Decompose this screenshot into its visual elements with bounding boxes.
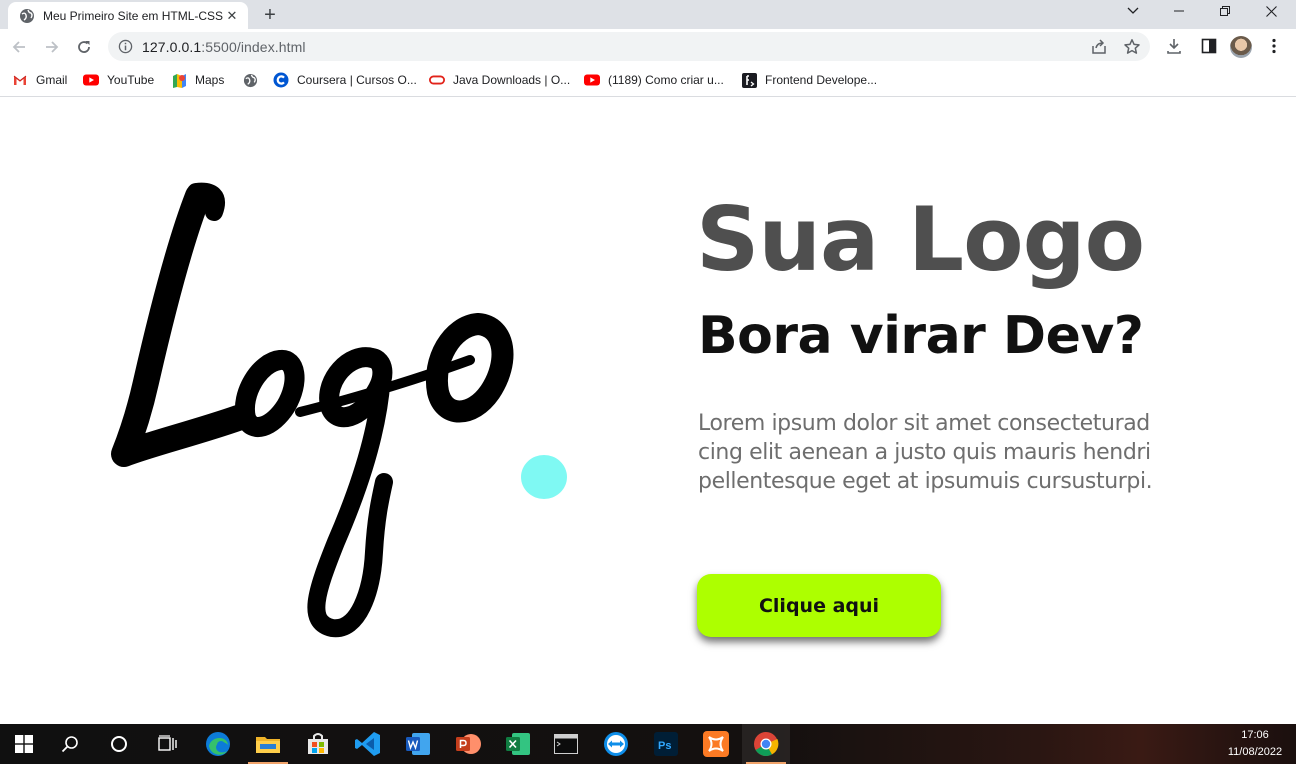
tab-search-icon[interactable]	[1110, 0, 1156, 22]
gmail-icon	[12, 72, 28, 88]
cta-button[interactable]: Clique aqui	[697, 574, 941, 637]
hero-title: Sua Logo	[696, 188, 1145, 291]
forward-button[interactable]	[38, 33, 66, 61]
page-viewport: Sua Logo Bora virar Dev? Lorem ipsum dol…	[0, 98, 1296, 724]
file-explorer-app[interactable]	[244, 724, 292, 764]
start-button[interactable]	[0, 724, 48, 764]
svg-text:Ps: Ps	[658, 740, 671, 752]
share-icon[interactable]	[1090, 38, 1108, 56]
bookmark-star-icon[interactable]	[1123, 38, 1141, 56]
maps-icon	[171, 72, 187, 88]
cortana-icon	[111, 736, 127, 752]
hero-subtitle: Bora virar Dev?	[698, 306, 1144, 366]
frontend-mentor-icon	[741, 72, 757, 88]
oracle-icon	[429, 72, 445, 88]
logo-image	[111, 182, 567, 638]
bookmark-youtube-video[interactable]: (1189) Como criar u...	[584, 71, 724, 89]
task-view-icon	[158, 735, 177, 751]
photoshop-icon: Ps	[654, 732, 678, 756]
tab-close-icon[interactable]: ✕	[224, 8, 240, 24]
edge-app[interactable]	[194, 724, 242, 764]
tab-strip: Meu Primeiro Site em HTML-CSS ✕ +	[0, 0, 1296, 29]
profile-avatar[interactable]	[1230, 36, 1252, 58]
powerpoint-icon	[456, 734, 481, 754]
xampp-icon	[703, 731, 729, 757]
bookmark-label: YouTube	[107, 73, 155, 87]
reload-button[interactable]	[70, 33, 98, 61]
task-view-button[interactable]	[144, 724, 192, 764]
bookmark-coursera[interactable]: Coursera | Cursos O...	[273, 71, 417, 89]
bookmark-label: Frontend Develope...	[765, 73, 878, 87]
clock-time: 17:06	[1241, 729, 1269, 741]
vscode-app[interactable]	[344, 724, 392, 764]
terminal-icon	[554, 734, 578, 754]
bookmarks-bar: Gmail YouTube Maps Coursera | Cursos O..…	[0, 64, 1296, 97]
logo-dot	[521, 455, 567, 499]
close-window-icon[interactable]	[1248, 0, 1294, 22]
arrow-right-icon	[46, 41, 59, 53]
edge-icon	[206, 732, 230, 756]
system-clock[interactable]: 17:06 11/08/2022	[1220, 727, 1290, 761]
xampp-app[interactable]	[692, 724, 740, 764]
powerpoint-app[interactable]	[444, 724, 492, 764]
store-icon	[308, 733, 328, 754]
new-tab-button[interactable]: +	[258, 3, 282, 27]
url-path: :5500/index.html	[201, 39, 306, 55]
youtube-icon	[584, 72, 600, 88]
clock-date: 11/08/2022	[1227, 746, 1283, 758]
word-app[interactable]	[394, 724, 442, 764]
search-button[interactable]	[46, 724, 94, 764]
store-app[interactable]	[294, 724, 342, 764]
teamviewer-icon	[604, 732, 628, 756]
terminal-app[interactable]	[542, 724, 590, 764]
excel-icon	[506, 733, 530, 755]
browser-toolbar: 127.0.0.1:5500/index.html	[0, 29, 1296, 64]
bookmark-frontend-mentor[interactable]: Frontend Develope...	[741, 71, 877, 89]
bookmark-label: Maps	[195, 73, 225, 87]
browser-tab[interactable]: Meu Primeiro Site em HTML-CSS ✕	[8, 2, 248, 29]
bookmark-java[interactable]: Java Downloads | O...	[429, 71, 570, 89]
bookmark-label: Java Downloads | O...	[453, 73, 571, 87]
cortana-button[interactable]	[95, 724, 143, 764]
bookmark-label: Gmail	[36, 73, 68, 87]
photoshop-app[interactable]: Ps	[642, 724, 690, 764]
globe-icon	[242, 72, 258, 88]
youtube-icon	[83, 72, 99, 88]
address-bar[interactable]: 127.0.0.1:5500/index.html	[108, 32, 1150, 61]
download-icon[interactable]	[1165, 37, 1183, 55]
url-text: 127.0.0.1:5500/index.html	[142, 39, 306, 55]
word-icon	[406, 733, 430, 755]
minimize-icon[interactable]	[1156, 0, 1202, 22]
file-explorer-icon	[256, 737, 280, 753]
reload-icon	[78, 41, 90, 53]
bookmark-globe[interactable]	[242, 71, 266, 89]
hero-paragraph: Lorem ipsum dolor sit amet consecteturad…	[698, 411, 1153, 494]
coursera-icon	[273, 72, 289, 88]
windows-logo-icon	[15, 735, 33, 753]
arrow-left-icon	[12, 41, 25, 53]
bookmark-youtube[interactable]: YouTube	[83, 71, 154, 89]
back-button[interactable]	[5, 33, 33, 61]
bookmark-gmail[interactable]: Gmail	[12, 71, 67, 89]
restore-icon[interactable]	[1202, 0, 1248, 22]
chrome-icon	[754, 732, 779, 757]
teamviewer-app[interactable]	[592, 724, 640, 764]
url-host: 127.0.0.1	[142, 39, 202, 55]
chrome-app[interactable]	[742, 724, 790, 764]
bookmark-label: (1189) Como criar u...	[608, 73, 724, 87]
bookmark-maps[interactable]: Maps	[171, 71, 224, 89]
side-panel-icon[interactable]	[1200, 37, 1218, 55]
globe-icon	[20, 8, 34, 23]
windows-taskbar: Ps 17:06 11/08/2022	[0, 724, 1296, 764]
vscode-icon	[355, 732, 380, 756]
bookmark-label: Coursera | Cursos O...	[297, 73, 417, 87]
tab-title: Meu Primeiro Site em HTML-CSS	[43, 8, 224, 23]
menu-kebab-icon[interactable]	[1265, 37, 1283, 55]
search-icon	[61, 736, 78, 753]
info-icon[interactable]	[118, 39, 133, 54]
excel-app[interactable]	[494, 724, 542, 764]
